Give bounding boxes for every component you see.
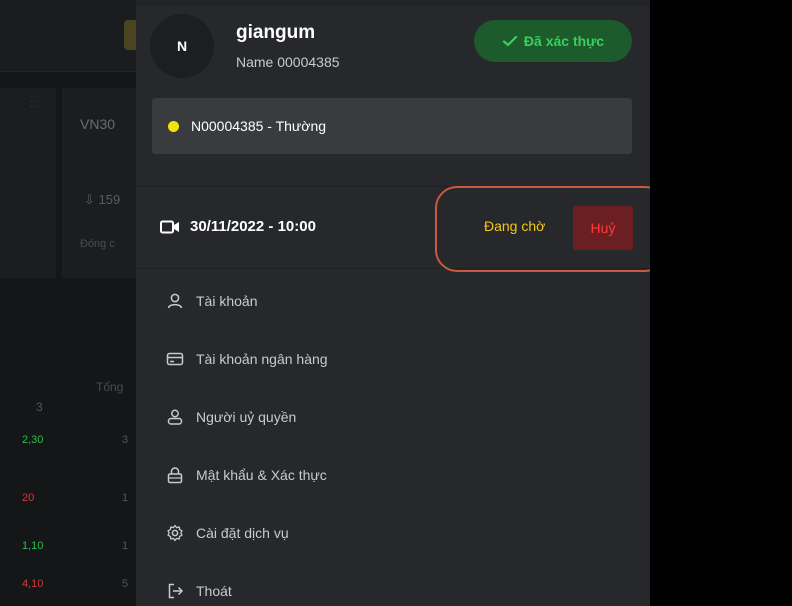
menu-item-account[interactable]: Tài khoản [136,272,650,330]
menu-item-label: Mật khẩu & Xác thực [196,467,327,483]
menu-item-password-auth[interactable]: Mật khẩu & Xác thực [136,446,650,504]
check-icon [502,35,518,47]
background-app: :: VN30 ⇩ 159 Đóng c Tổng 3 2,30 3 20 1 … [0,0,136,606]
user-menu-panel: N giangum Name 00004385 Đã xác thực N000… [136,0,650,606]
panel-top-edge [136,0,650,6]
gear-icon [166,524,184,542]
background-index-status: Đóng c [80,238,115,250]
logout-icon [166,582,184,600]
cancel-appointment-button[interactable]: Huỷ [573,206,633,250]
menu-item-authorized-person[interactable]: Người uỷ quyền [136,388,650,446]
avatar[interactable]: N [150,14,214,78]
menu-item-bank-account[interactable]: Tài khoản ngân hàng [136,330,650,388]
appointment-status: Đang chờ [484,218,546,234]
display-name: Name 00004385 [236,54,340,70]
background-cell: 1 [122,540,129,552]
account-menu: Tài khoản Tài khoản ngân hàng Người uỷ q… [136,272,650,606]
account-status-dot [168,120,179,132]
backdrop [650,0,792,606]
account-selector[interactable]: N00004385 - Thường [152,98,632,154]
lock-icon [166,466,184,484]
background-row-label: 3 [36,400,43,414]
background-cell: 1 [122,492,129,504]
menu-item-service-settings[interactable]: Cài đặt dịch vụ [136,504,650,562]
video-camera-icon [160,220,179,234]
background-index-value: ⇩ 159 [84,192,121,207]
background-column-header: Tổng [96,380,124,394]
background-index-label: VN30 [80,116,116,132]
drag-handle-icon: :: [30,96,37,110]
background-table-row: 20 1 [0,482,136,514]
appointment-row: 30/11/2022 - 10:00 Đang chờ Huỷ [136,186,650,266]
account-label: N00004385 - Thường [191,118,327,134]
menu-item-label: Thoát [196,583,232,599]
background-table-row: 1,10 1 [0,530,136,562]
menu-item-logout[interactable]: Thoát [136,562,650,606]
appointment-datetime: 30/11/2022 - 10:00 [190,218,316,235]
background-cell: 20 [22,492,35,504]
background-card: :: [0,88,56,278]
background-table-row: 4,10 5 [0,568,136,600]
background-topbar [0,0,136,72]
username: giangum [236,22,316,43]
credit-card-icon [166,350,184,368]
verified-badge: Đã xác thực [474,20,632,62]
user-icon [166,292,184,310]
background-cell: 3 [122,434,129,446]
menu-item-label: Tài khoản [196,293,258,309]
background-cell: 1,10 [22,540,44,552]
user-outline-icon [166,408,184,426]
background-chip [124,20,136,50]
background-table-row: 2,30 3 [0,424,136,456]
menu-item-label: Cài đặt dịch vụ [196,525,289,541]
background-cell: 2,30 [22,434,44,446]
menu-item-label: Người uỷ quyền [196,409,297,425]
background-cell: 4,10 [22,578,44,590]
verified-label: Đã xác thực [523,33,605,49]
menu-item-label: Tài khoản ngân hàng [196,351,328,367]
divider [136,268,650,269]
background-cell: 5 [122,578,129,590]
